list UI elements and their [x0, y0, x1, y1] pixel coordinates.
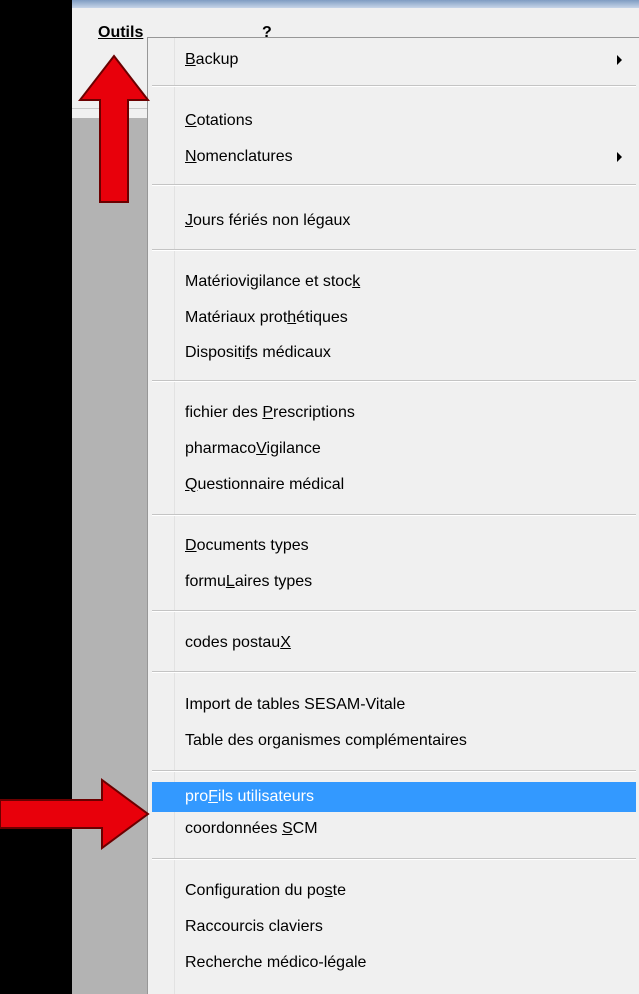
- menu-item-dispositifs-medicaux[interactable]: Dispositifs médicaux: [152, 337, 636, 370]
- menu-item-label: Table des organismes complémentaires: [185, 732, 467, 749]
- menu-item-jours-feries[interactable]: Jours fériés non légaux: [152, 205, 636, 238]
- menu-item-label: coordonnées SCM: [185, 820, 318, 837]
- menu-separator: [152, 610, 636, 612]
- menu-item-label: Dispositifs médicaux: [185, 344, 331, 361]
- menu-item-recherche-medico-legale[interactable]: Recherche médico-légale: [152, 947, 636, 980]
- menu-item-label: Raccourcis claviers: [185, 918, 323, 935]
- menu-separator: [152, 671, 636, 673]
- menu-item-questionnaire-medical[interactable]: Questionnaire médical: [152, 469, 636, 502]
- menu-item-label: Import de tables SESAM-Vitale: [185, 696, 406, 713]
- menu-item-raccourcis-claviers[interactable]: Raccourcis claviers: [152, 911, 636, 944]
- menu-item-label: Backup: [185, 51, 239, 68]
- menu-separator: [152, 184, 636, 186]
- menu-separator: [152, 380, 636, 382]
- menu-icon-gutter: [148, 38, 175, 994]
- menu-item-label: Nomenclatures: [185, 148, 293, 165]
- menu-item-label: Documents types: [185, 537, 309, 554]
- menu-item-label: proFils utilisateurs: [185, 788, 314, 805]
- menu-item-organismes-complementaires[interactable]: Table des organismes complémentaires: [152, 725, 636, 758]
- menu-separator: [152, 514, 636, 516]
- menu-item-label: Questionnaire médical: [185, 476, 345, 493]
- menu-item-import-sesam-vitale[interactable]: Import de tables SESAM-Vitale: [152, 689, 636, 722]
- menu-item-cotations[interactable]: Cotations: [152, 105, 636, 138]
- submenu-arrow-icon: [617, 55, 622, 65]
- menu-item-formulaires-types[interactable]: formuLaires types: [152, 566, 636, 599]
- outils-dropdown-menu: Backup Cotations Nomenclatures Jours fér…: [147, 37, 639, 994]
- menu-item-backup[interactable]: Backup: [152, 44, 636, 77]
- menu-item-label: Configuration du poste: [185, 882, 346, 899]
- menu-separator: [152, 858, 636, 860]
- menu-separator: [152, 249, 636, 251]
- window-title-strip: [72, 0, 639, 8]
- menu-outils[interactable]: Outils: [98, 24, 143, 42]
- menu-item-label: Matériaux prothétiques: [185, 309, 348, 326]
- menu-item-profils-utilisateurs[interactable]: proFils utilisateurs: [152, 782, 636, 812]
- menu-item-label: Cotations: [185, 112, 253, 129]
- menu-item-configuration-poste[interactable]: Configuration du poste: [152, 875, 636, 908]
- menu-separator: [152, 85, 636, 87]
- menu-item-label: codes postauX: [185, 634, 291, 651]
- menu-item-documents-types[interactable]: Documents types: [152, 530, 636, 563]
- submenu-arrow-icon: [617, 152, 622, 162]
- menu-item-label: Matériovigilance et stock: [185, 273, 361, 290]
- menu-item-codes-postaux[interactable]: codes postauX: [152, 627, 636, 660]
- menu-item-label: Jours fériés non légaux: [185, 212, 351, 229]
- menu-item-nomenclatures[interactable]: Nomenclatures: [152, 141, 636, 174]
- menu-item-pharmacovigilance[interactable]: pharmacoVigilance: [152, 433, 636, 466]
- menu-item-coordonnees-scm[interactable]: coordonnées SCM: [152, 813, 636, 846]
- menu-separator: [152, 770, 636, 772]
- menu-item-materiaux-prothetiques[interactable]: Matériaux prothétiques: [152, 302, 636, 335]
- menu-item-materiovigilance[interactable]: Matériovigilance et stock: [152, 266, 636, 299]
- red-arrow-up-annotation: [78, 54, 150, 203]
- menu-item-label: fichier des Prescriptions: [185, 404, 355, 421]
- menu-item-prescriptions[interactable]: fichier des Prescriptions: [152, 397, 636, 430]
- menu-item-label: Recherche médico-légale: [185, 954, 367, 971]
- menu-item-label: formuLaires types: [185, 573, 313, 590]
- menu-item-label: pharmacoVigilance: [185, 440, 321, 457]
- red-arrow-right-annotation: [0, 778, 150, 850]
